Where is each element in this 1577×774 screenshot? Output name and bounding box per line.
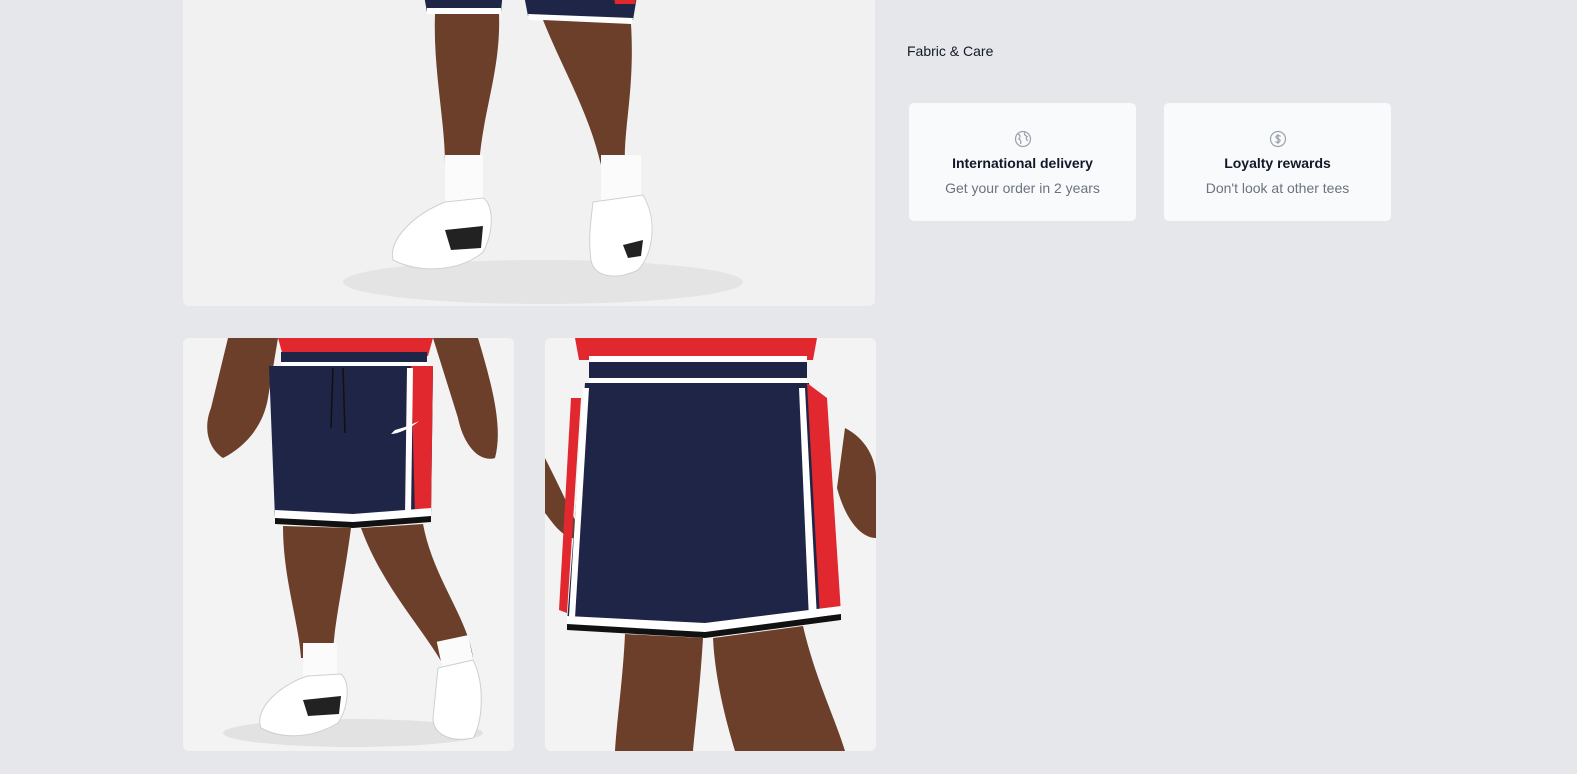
product-image-main[interactable] bbox=[183, 0, 875, 306]
perk-title: International delivery bbox=[952, 155, 1093, 171]
currency-dollar-icon bbox=[1269, 130, 1286, 148]
fabric-care-title[interactable]: Fabric & Care bbox=[907, 43, 993, 59]
perk-description: Don't look at other tees bbox=[1205, 180, 1350, 196]
product-page: Fabric & Care International delivery Get… bbox=[0, 0, 1577, 774]
product-image-back[interactable] bbox=[545, 338, 876, 751]
perk-card-loyalty-rewards: Loyalty rewards Don't look at other tees bbox=[1163, 102, 1392, 222]
perk-title: Loyalty rewards bbox=[1224, 155, 1331, 171]
perk-description: Get your order in 2 years bbox=[945, 180, 1100, 196]
perk-card-international-delivery: International delivery Get your order in… bbox=[908, 102, 1137, 222]
product-image-front[interactable] bbox=[183, 338, 514, 751]
globe-icon bbox=[1014, 130, 1031, 148]
